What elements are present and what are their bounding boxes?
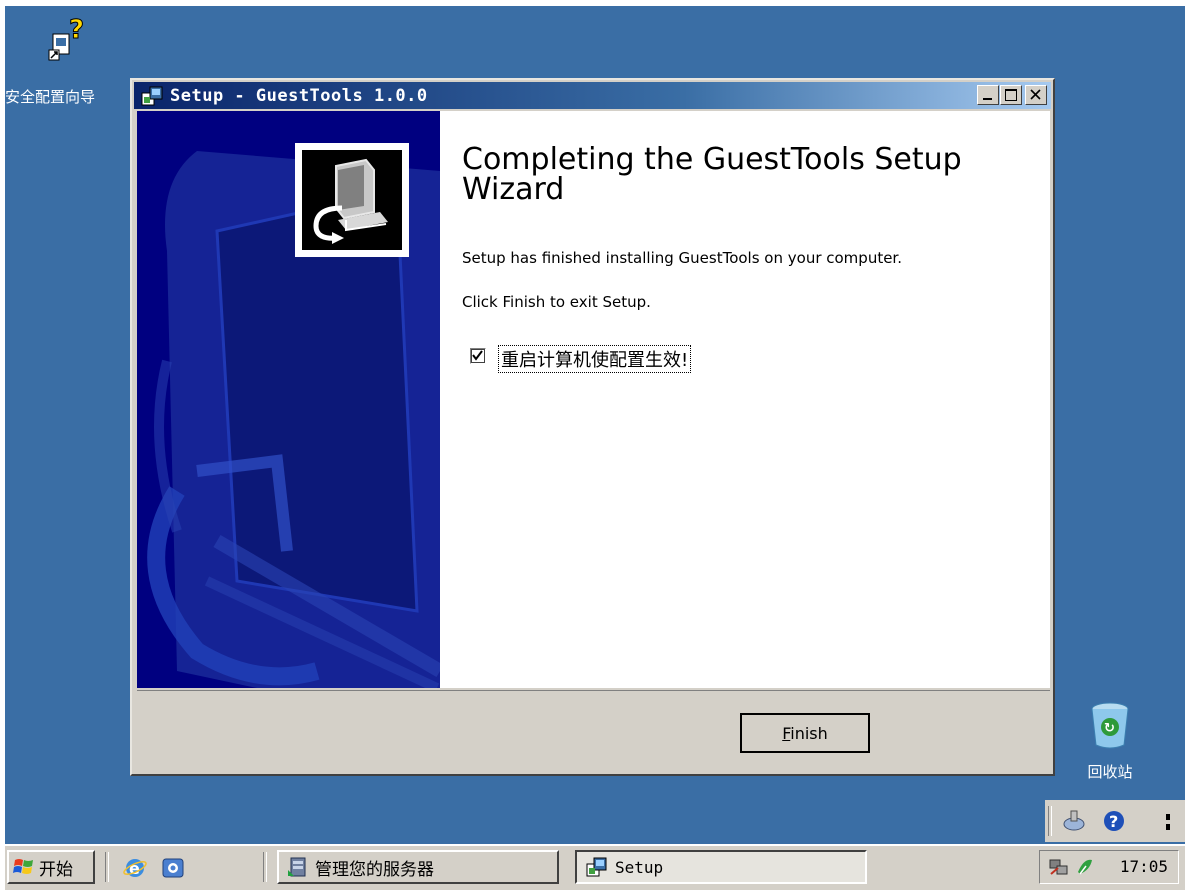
svg-text:↻: ↻ [1104,721,1115,736]
desktop-icon-label: 安全配置向导 [5,88,96,106]
finished-message: Setup has finished installing GuestTools… [462,249,902,267]
restart-checkbox-label[interactable]: 重启计算机使配置生效! [498,345,692,373]
network-status-icon[interactable] [1048,856,1070,878]
finish-button[interactable]: Finish [740,713,870,753]
recycle-bin-icon: ↻ [1091,702,1129,749]
network-icon[interactable] [1061,808,1087,834]
taskbar-item-server-manage[interactable]: 管理您的服务器 [277,850,559,884]
windows-logo-icon [13,859,33,874]
close-icon [1030,89,1041,100]
internet-explorer-icon: e [123,859,147,878]
show-desktop-icon [162,858,184,878]
setup-app-icon [141,86,163,106]
checkmark-icon [472,350,483,361]
wizard-content: Completing the GuestTools Setup Wizard S… [440,111,1050,688]
quick-launch-tray: ? [1045,800,1185,842]
quick-launch-desktop[interactable] [161,856,185,880]
security-shield-icon[interactable] [1074,856,1096,878]
desktop-icon-recycle-bin[interactable]: ↻ 回收站 [1075,699,1145,782]
close-button[interactable] [1025,85,1047,105]
computer-install-icon [313,158,388,244]
svg-text:?: ? [1109,812,1118,831]
wizard-heading: Completing the GuestTools Setup Wizard [462,142,962,207]
exit-instruction: Click Finish to exit Setup. [462,293,651,311]
security-wizard-icon: ? [48,15,85,61]
svg-text:?: ? [69,15,84,45]
more-icon[interactable] [1161,810,1175,834]
desktop-icon-security-wizard[interactable]: ? 安全配置向导 [5,14,125,107]
minimize-icon [983,98,992,100]
taskbar-item-setup[interactable]: Setup [575,850,867,884]
quick-launch-ie[interactable]: e [123,856,147,880]
title-bar[interactable]: Setup - GuestTools 1.0.0 [134,82,1051,109]
wizard-button-bar: Finish [137,690,1050,773]
system-tray: 17:05 [1039,850,1179,884]
maximize-icon [1005,89,1017,101]
desktop-icon-label: 回收站 [1087,763,1133,781]
clock: 17:05 [1119,857,1168,876]
setup-window: Setup - GuestTools 1.0.0 Completing the … [130,78,1055,776]
help-icon[interactable]: ? [1101,808,1127,834]
taskbar-item-label: Setup [615,857,664,877]
setup-icon [586,857,607,877]
window-title: Setup - GuestTools 1.0.0 [170,86,428,106]
taskbar-item-label: 管理您的服务器 [315,859,434,880]
taskbar: 开始 e 管理您的服务器 Setup 17:05 [5,844,1185,890]
restart-checkbox[interactable] [470,348,486,364]
start-label: 开始 [39,859,73,880]
installer-image [295,143,409,257]
server-manage-icon [288,857,306,877]
finish-label: inish [790,723,828,743]
wizard-side-banner [137,111,440,688]
maximize-button[interactable] [1000,85,1022,105]
minimize-button[interactable] [977,85,999,105]
start-button[interactable]: 开始 [7,850,95,884]
